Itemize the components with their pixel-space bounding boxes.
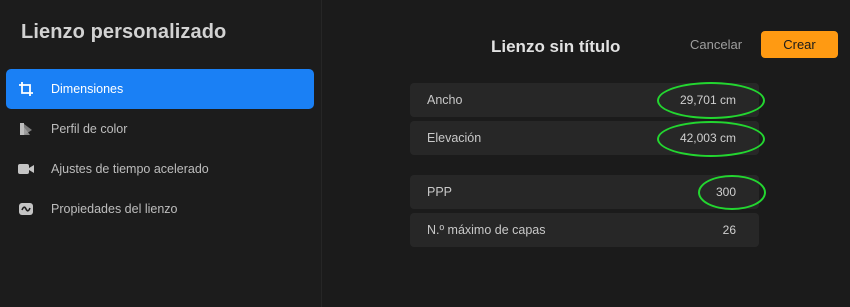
sidebar-nav: Dimensiones Perfil de color Ajustes de t… — [6, 69, 314, 229]
sidebar-item-label: Dimensiones — [51, 82, 124, 96]
max-layers-label: N.º máximo de capas — [427, 223, 546, 237]
canvas-properties-icon — [17, 200, 35, 218]
dimensions-group: Ancho 29,701 cm Elevación 42,003 cm — [410, 83, 759, 159]
width-row[interactable]: Ancho 29,701 cm — [410, 83, 759, 117]
create-button[interactable]: Crear — [761, 31, 838, 58]
max-layers-row: N.º máximo de capas 26 — [410, 213, 759, 247]
sidebar-item-propiedades-lienzo[interactable]: Propiedades del lienzo — [6, 189, 314, 229]
sidebar-item-label: Propiedades del lienzo — [51, 202, 178, 216]
height-value[interactable]: 42,003 cm — [680, 131, 736, 145]
sidebar-item-ajustes-tiempo-acelerado[interactable]: Ajustes de tiempo acelerado — [6, 149, 314, 189]
width-label: Ancho — [427, 93, 463, 107]
dpi-row[interactable]: PPP 300 — [410, 175, 759, 209]
dpi-label: PPP — [427, 185, 453, 199]
width-value[interactable]: 29,701 cm — [680, 93, 736, 107]
sidebar-title: Lienzo personalizado — [21, 21, 227, 43]
color-profile-icon — [17, 120, 35, 138]
sidebar-item-label: Ajustes de tiempo acelerado — [51, 162, 209, 176]
sidebar-item-label: Perfil de color — [51, 122, 128, 136]
resolution-group: PPP 300 N.º máximo de capas 26 — [410, 175, 759, 251]
sidebar: Lienzo personalizado Dimensiones Perfil … — [0, 0, 322, 307]
dpi-value[interactable]: 300 — [716, 185, 736, 199]
height-label: Elevación — [427, 131, 482, 145]
main-panel: Lienzo sin título Cancelar Crear Ancho 2… — [322, 0, 850, 307]
video-camera-icon — [17, 160, 35, 178]
page-title: Lienzo sin título — [491, 37, 621, 56]
height-row[interactable]: Elevación 42,003 cm — [410, 121, 759, 155]
sidebar-item-perfil-de-color[interactable]: Perfil de color — [6, 109, 314, 149]
max-layers-value: 26 — [722, 223, 736, 237]
sidebar-item-dimensiones[interactable]: Dimensiones — [6, 69, 314, 109]
cancel-button[interactable]: Cancelar — [690, 37, 742, 52]
crop-icon — [17, 80, 35, 98]
